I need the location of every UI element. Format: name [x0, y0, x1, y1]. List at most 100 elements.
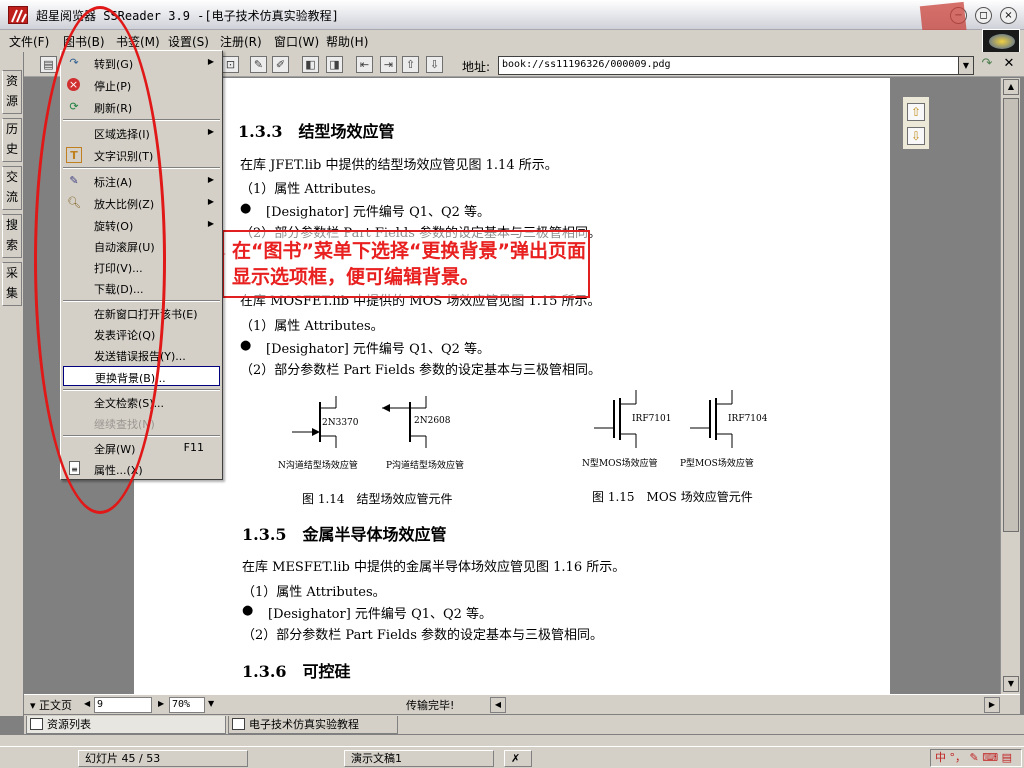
- book-icon: [232, 718, 245, 730]
- view-mode-dropdown[interactable]: ▾ 正文页: [30, 697, 72, 713]
- figure-caption-1-15: 图 1.15 MOS 场效应管元件: [592, 490, 753, 504]
- spellcheck-icon[interactable]: ✗: [504, 750, 532, 767]
- paragraph: （2）部分参数栏 Part Fields 参数的设定基本与三极管相同。: [240, 363, 602, 378]
- paragraph: （1）属性 Attributes。: [242, 585, 386, 600]
- restore-button[interactable]: ◻: [975, 7, 992, 24]
- task-document[interactable]: 演示文稿1: [344, 750, 494, 767]
- paragraph: （1）属性 Attributes。: [240, 182, 384, 197]
- paragraph: [Desighator] 元件编号 Q1、Q2 等。: [266, 205, 491, 220]
- prev-page-icon[interactable]: ⇧: [402, 56, 419, 73]
- highlight-oval: [34, 6, 166, 514]
- slide-counter: 幻灯片 45 / 53: [78, 750, 248, 767]
- sidetab-resources[interactable]: 资源: [2, 70, 22, 114]
- submenu-arrow-icon: ▶: [207, 219, 214, 228]
- page-number-input[interactable]: 9: [94, 697, 152, 713]
- menu-window[interactable]: 窗口(W): [274, 33, 319, 50]
- section-1-3-6-heading: 1.3.6 可控硅: [242, 662, 351, 681]
- menu-bar: 文件(F) 图书(B) 书签(M) 设置(S) 注册(R) 窗口(W) 帮助(H…: [0, 30, 1024, 52]
- paragraph: [Desighator] 元件编号 Q1、Q2 等。: [268, 607, 493, 622]
- next-icon[interactable]: ▶: [158, 699, 164, 708]
- highlight-icon[interactable]: ✐: [272, 56, 289, 73]
- app-logo-icon[interactable]: [8, 6, 28, 24]
- status-bar: ▾ 正文页 ◀ 9 ▶ 70% ▼ 传输完毕! ◀ ▶: [24, 694, 1020, 714]
- close-document-icon[interactable]: ✕: [1000, 56, 1018, 74]
- sidetab-exchange[interactable]: 交流: [2, 166, 22, 210]
- address-label: 地址:: [462, 60, 491, 74]
- book-icon[interactable]: ▤: [40, 56, 57, 73]
- tab-label: 电子技术仿真实验教程: [249, 718, 359, 731]
- tab-open-book[interactable]: 电子技术仿真实验教程: [228, 716, 398, 734]
- first-page-icon[interactable]: ⇤: [356, 56, 373, 73]
- bullet-icon: ●: [242, 603, 254, 618]
- zoom-input[interactable]: 70%: [169, 697, 205, 713]
- globe-logo-icon: [982, 29, 1020, 53]
- callout-text: 在“图书”菜单下选择“更换背景”弹出页面显示选项框，便可编辑背景。: [232, 240, 586, 288]
- section-1-3-5-heading: 1.3.5 金属半导体场效应管: [242, 525, 447, 544]
- list-icon: [30, 718, 43, 730]
- section-1-3-3-heading: 1.3.3 结型场效应管: [238, 122, 395, 141]
- status-message: 传输完毕!: [406, 699, 455, 712]
- close-button[interactable]: ×: [1000, 7, 1017, 24]
- bottom-tab-bar: 资源列表 电子技术仿真实验教程: [24, 714, 1024, 734]
- page-up-icon[interactable]: ⇧: [907, 103, 925, 121]
- go-icon[interactable]: ↷: [978, 56, 996, 74]
- next-page-icon[interactable]: ⇩: [426, 56, 443, 73]
- scroll-thumb[interactable]: [1003, 98, 1019, 532]
- view-mode-label: 正文页: [39, 699, 73, 712]
- fit-width-icon[interactable]: ◨: [326, 56, 343, 73]
- fig-sublabel-p-mos: P型MOS场效应管: [680, 459, 754, 469]
- menu-file[interactable]: 文件(F): [9, 33, 49, 50]
- fig-label-2n3370: 2N3370: [322, 418, 359, 428]
- paragraph: （1）属性 Attributes。: [240, 319, 384, 334]
- submenu-arrow-icon: ▶: [207, 197, 214, 206]
- zoom-dropdown-icon[interactable]: ▼: [208, 699, 214, 708]
- hscroll-right-icon[interactable]: ▶: [984, 697, 1000, 713]
- prev-icon[interactable]: ◀: [84, 699, 90, 708]
- callout-box: 在“图书”菜单下选择“更换背景”弹出页面显示选项框，便可编辑背景。: [222, 230, 590, 298]
- submenu-arrow-icon: ▶: [207, 127, 214, 136]
- taskbar: 幻灯片 45 / 53 演示文稿1 ✗ 中 °， ✎ ⌨ ▤: [0, 746, 1024, 768]
- fig-label-irf7104: IRF7104: [728, 414, 768, 424]
- page-nav-panel: ⇧ ⇩: [902, 96, 930, 150]
- sidetab-history[interactable]: 历史: [2, 118, 22, 162]
- shortcut-label: F11: [183, 441, 204, 454]
- paragraph: 在库 MESFET.lib 中提供的金属半导体场效应管见图 1.16 所示。: [242, 560, 626, 575]
- bullet-icon: ●: [240, 338, 252, 353]
- menu-settings[interactable]: 设置(S): [168, 33, 209, 50]
- scroll-up-icon[interactable]: ▲: [1003, 79, 1019, 95]
- window-bottom-strip: [0, 734, 1024, 746]
- document-page: 1.3.3 结型场效应管 在库 JFET.lib 中提供的结型场效应管见图 1.…: [134, 78, 890, 694]
- submenu-arrow-icon: ▶: [207, 57, 214, 66]
- vertical-scrollbar[interactable]: ▲ ▼: [1000, 78, 1020, 694]
- fig-sublabel-n-jfet: N沟道结型场效应管: [278, 461, 358, 471]
- tab-label: 资源列表: [47, 718, 91, 731]
- menu-register[interactable]: 注册(R): [220, 33, 262, 50]
- select-icon[interactable]: ⊡: [222, 56, 239, 73]
- scroll-down-icon[interactable]: ▼: [1003, 676, 1019, 692]
- system-tray[interactable]: 中 °， ✎ ⌨ ▤: [930, 749, 1022, 767]
- menu-help[interactable]: 帮助(H): [326, 33, 368, 50]
- figure-caption-1-14: 图 1.14 结型场效应管元件: [302, 492, 453, 506]
- hscroll-left-icon[interactable]: ◀: [490, 697, 506, 713]
- address-dropdown-icon[interactable]: ▼: [958, 56, 974, 75]
- title-bar: 超星阅览器 SSReader 3.9 -[电子技术仿真实验教程] − ◻ ×: [0, 0, 1024, 30]
- address-input[interactable]: book://ss11196326/000009.pdg: [498, 56, 974, 75]
- paragraph: 在库 JFET.lib 中提供的结型场效应管见图 1.14 所示。: [240, 158, 558, 173]
- page-down-icon[interactable]: ⇩: [907, 127, 925, 145]
- submenu-arrow-icon: ▶: [207, 175, 214, 184]
- ssreader-window: 超星阅览器 SSReader 3.9 -[电子技术仿真实验教程] − ◻ × 文…: [0, 0, 1024, 768]
- side-tabs: 资源 历史 交流 搜索 采集: [0, 52, 24, 716]
- annotate-tool-icon[interactable]: ✎: [250, 56, 267, 73]
- fit-page-icon[interactable]: ◧: [302, 56, 319, 73]
- fig-sublabel-p-jfet: P沟道结型场效应管: [386, 461, 465, 471]
- fig-sublabel-n-mos: N型MOS场效应管: [582, 459, 658, 469]
- paragraph: [Desighator] 元件编号 Q1、Q2 等。: [266, 342, 491, 357]
- bullet-icon: ●: [240, 201, 252, 216]
- fig-label-irf7101: IRF7101: [632, 414, 672, 424]
- last-page-icon[interactable]: ⇥: [380, 56, 397, 73]
- paragraph: （2）部分参数栏 Part Fields 参数的设定基本与三极管相同。: [242, 628, 604, 643]
- sidetab-search[interactable]: 搜索: [2, 214, 22, 258]
- fig-label-2n2608: 2N2608: [414, 416, 451, 426]
- tab-resource-list[interactable]: 资源列表: [26, 716, 226, 734]
- sidetab-collect[interactable]: 采集: [2, 262, 22, 306]
